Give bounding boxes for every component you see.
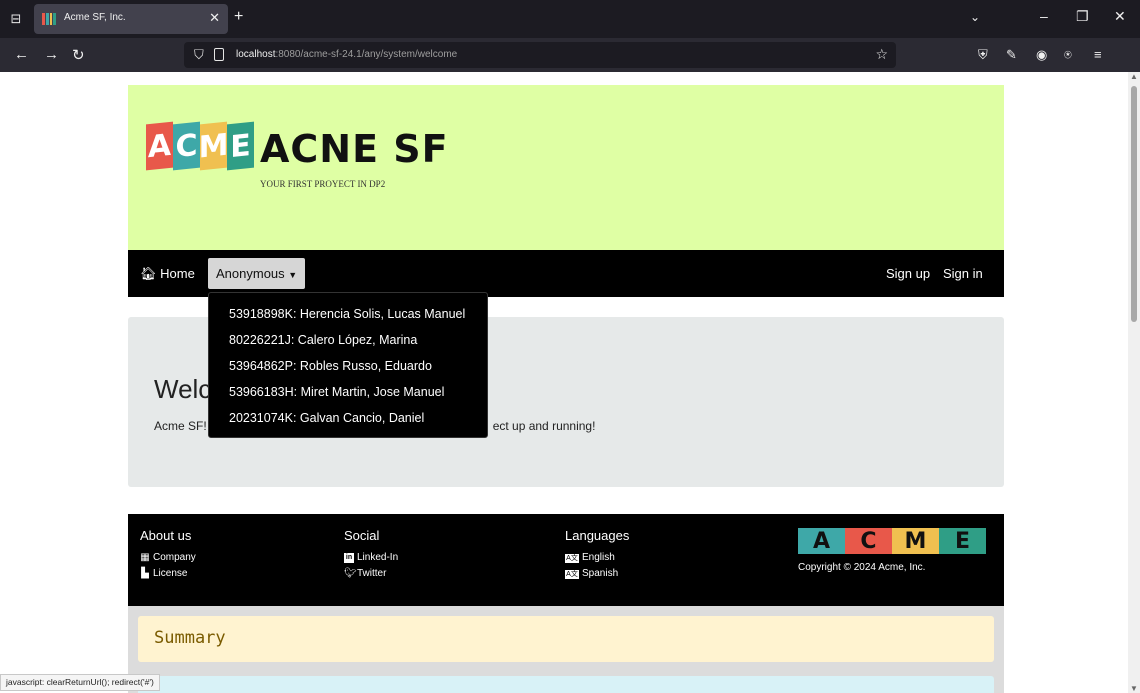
footer-social: Social in Linked-In 🐦︎ Twitter [344,528,398,582]
close-tab-icon[interactable]: ✕ [209,10,220,26]
logo-letter: C [173,121,200,171]
status-bar: javascript: clearReturnUrl(); redirect('… [0,674,160,691]
sign-in-link[interactable]: Sign in [943,266,983,281]
language-icon: A文 [565,569,579,579]
brand-title: ACNE SF [260,127,449,171]
copyright: Copyright © 2024 Acme, Inc. [798,562,926,573]
english-link[interactable]: A文 English [565,550,629,566]
license-link[interactable]: ▙ License [140,566,196,582]
sign-up-link[interactable]: Sign up [886,266,930,281]
footer-heading: Social [344,528,380,543]
footer: About us ▦ Company ▙ License Social in Link… [128,514,1004,606]
shield-icon[interactable]: ⛉ [194,47,204,63]
logo-letter: M [892,528,939,554]
dropdown-item[interactable]: 20231074K: Galvan Cancio, Daniel [209,407,487,433]
acme-favicon-icon [42,13,56,25]
logo-letter: E [939,528,986,554]
logo-letter: E [227,121,254,171]
page-scrollbar[interactable]: ▲ ▼ [1128,72,1140,693]
page-viewport: A C M E ACNE SF YOUR FIRST PROYECT IN DP… [0,72,1128,693]
brand-subtitle: YOUR FIRST PROYECT IN DP2 [260,179,386,189]
footer-languages: Languages A文 English A文 Spanish [565,528,629,582]
browser-tab-bar: ⊟ Acme SF, Inc. ✕ + ⌄ – ❐ ✕ [0,0,1140,38]
menu-icon[interactable]: ≡ [1094,47,1102,62]
wrench-icon[interactable]: ✎ [1006,47,1017,63]
spanish-link[interactable]: A文 Spanish [565,566,629,582]
acme-footer-logo: A C M E [798,528,986,554]
linkedin-link[interactable]: in Linked-In [344,550,398,566]
account-icon[interactable]: ◉ [1036,47,1047,63]
file-icon: ▙ [141,568,149,579]
browser-toolbar: ← → ↻ ⛉ localhost:8080/acme-sf-24.1/any/… [0,38,1140,72]
footer-heading: Languages [565,528,630,543]
dropdown-item[interactable]: 53918898K: Herencia Solis, Lucas Manuel [209,303,487,329]
extensions-icon[interactable]: ⍟ [1064,47,1072,63]
linkedin-icon: in [344,553,354,563]
summary-title: Summary [154,628,226,648]
browser-tab[interactable]: Acme SF, Inc. ✕ [34,4,228,34]
scroll-thumb[interactable] [1131,86,1137,322]
address-bar[interactable]: ⛉ localhost:8080/acme-sf-24.1/any/system… [184,42,896,68]
new-tab-icon[interactable]: + [234,8,243,26]
tab-title: Acme SF, Inc. [64,12,126,23]
welcome-heading: Welc [154,374,212,404]
logo-letter: A [798,528,845,554]
page-icon [214,48,224,61]
logo-letter: A [146,121,173,171]
pocket-icon[interactable]: ⛨ [978,47,988,63]
forward-icon[interactable]: → [44,46,59,63]
close-window-icon[interactable]: ✕ [1114,8,1126,25]
main-navbar: 🏠︎ Home Anonymous ▼ Sign up Sign in [128,250,1004,297]
caret-down-icon: ▼ [288,270,298,280]
user-dropdown-menu: 53918898K: Herencia Solis, Lucas Manuel … [208,292,488,438]
logo-letter: C [845,528,892,554]
scroll-down-icon[interactable]: ▼ [1130,684,1138,693]
tab-overflow-chevron-icon[interactable]: ⌄ [970,10,980,24]
home-icon: 🏠︎ [140,266,161,281]
header-banner: A C M E ACNE SF YOUR FIRST PROYECT IN DP… [128,85,1004,250]
scroll-up-icon[interactable]: ▲ [1130,72,1138,81]
dropdown-item[interactable]: 53966183H: Miret Martin, Jose Manuel [209,381,487,407]
summary-header: Summary [138,616,994,662]
user-menu-toggle[interactable]: Anonymous ▼ [208,258,306,289]
back-icon[interactable]: ← [14,46,29,63]
twitter-icon: 🐦︎ [344,568,357,579]
footer-heading: About us [140,528,192,543]
tab-list-icon[interactable]: ⊟ [6,9,26,29]
home-link[interactable]: 🏠︎ Home [140,266,195,282]
twitter-link[interactable]: 🐦︎ Twitter [344,566,398,582]
info-panel [138,676,994,693]
reload-icon[interactable]: ↻ [72,46,85,64]
acme-logo[interactable]: A C M E [146,121,254,171]
building-icon: ▦ [140,552,150,563]
footer-about: About us ▦ Company ▙ License [140,528,196,582]
language-icon: A文 [565,553,579,563]
summary-section: Summary [128,606,1004,693]
dropdown-item[interactable]: 53964862P: Robles Russo, Eduardo [209,355,487,381]
logo-letter: M [199,121,228,171]
dropdown-item[interactable]: 80226221J: Calero López, Marina [209,329,487,355]
restore-icon[interactable]: ❐ [1076,8,1089,25]
minimize-icon[interactable]: – [1040,8,1048,24]
bookmark-star-icon[interactable]: ☆ [875,46,888,63]
company-link[interactable]: ▦ Company [140,550,196,566]
url-text[interactable]: localhost:8080/acme-sf-24.1/any/system/w… [236,49,457,60]
